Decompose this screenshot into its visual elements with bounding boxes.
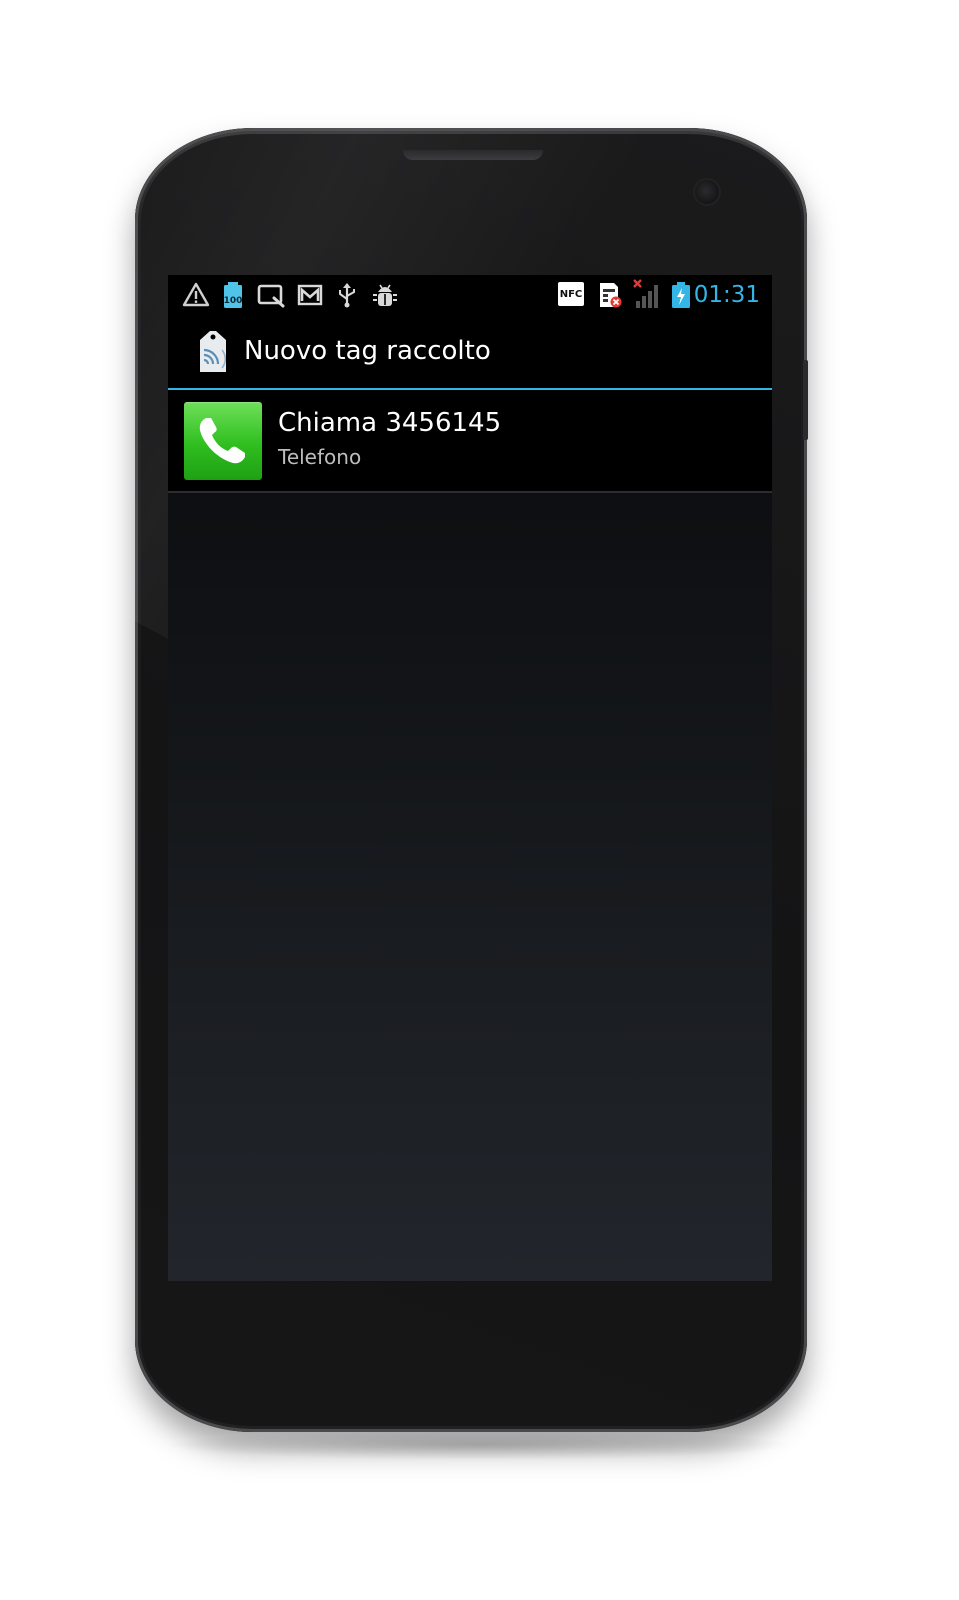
nfc-icon: NFC xyxy=(558,282,584,306)
sim-missing-icon xyxy=(600,283,622,308)
dialog-title-bar: Nuovo tag raccolto xyxy=(168,314,772,390)
front-camera-icon xyxy=(695,180,719,204)
dialog-title: Nuovo tag raccolto xyxy=(244,336,491,366)
nfc-label: NFC xyxy=(559,288,583,300)
action-item-subtitle: Telefono xyxy=(278,445,362,469)
phone-icon xyxy=(199,418,245,464)
action-item-call[interactable]: Chiama 3456145 Telefono xyxy=(168,390,772,493)
clock: 01:31 xyxy=(693,282,760,308)
battery-level-label: 100 xyxy=(224,296,243,306)
device-shadow xyxy=(160,1430,800,1460)
status-bar[interactable]: 100 NFC 01:31 xyxy=(168,275,772,314)
quick-search-icon xyxy=(257,284,285,308)
power-button xyxy=(803,360,808,440)
screen: 100 NFC 01:31 Nuovo tag raccolto Chiama … xyxy=(168,275,772,1281)
battery-100-icon: 100 xyxy=(224,282,243,308)
battery-charging-icon xyxy=(672,282,690,308)
earpiece-speaker xyxy=(403,150,543,160)
nfc-tag-icon xyxy=(200,331,227,372)
action-item-title: Chiama 3456145 xyxy=(278,408,502,438)
warning-icon xyxy=(182,282,210,307)
usb-icon xyxy=(339,283,355,308)
light-sensor xyxy=(225,188,239,202)
android-debug-icon xyxy=(373,284,397,306)
gmail-icon xyxy=(297,284,323,306)
proximity-sensor xyxy=(203,188,217,202)
signal-no-service-icon xyxy=(633,279,658,308)
phone-app-icon xyxy=(184,402,262,480)
